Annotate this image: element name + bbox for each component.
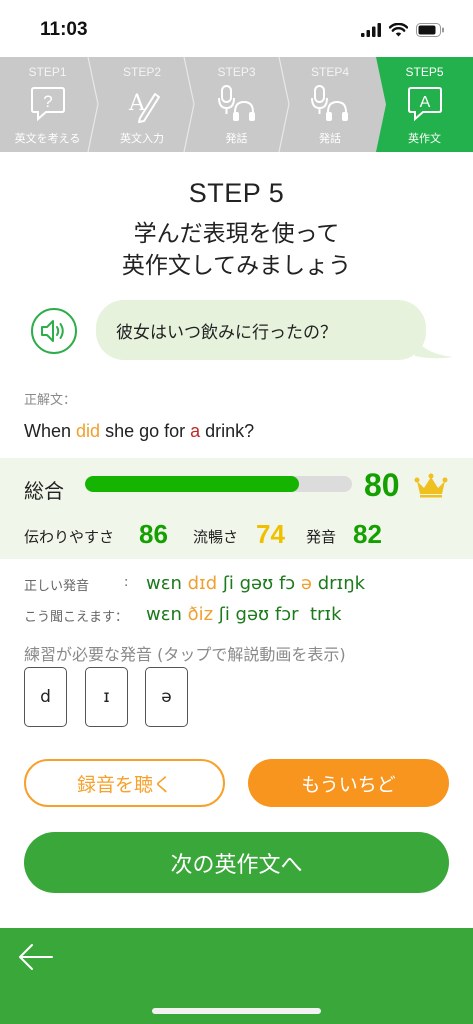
phoneme-card-d[interactable]: d [24, 667, 67, 727]
total-score: 80 [364, 467, 400, 503]
total-score-fill [85, 476, 299, 492]
total-score-label: 総合 [24, 479, 64, 503]
step-2[interactable]: STEP2 A 英文入力 [95, 57, 189, 152]
wifi-icon [389, 23, 408, 37]
ipa-part-highlight: ðiz [187, 604, 214, 625]
signal-icon [361, 23, 381, 37]
ipa-part: wɛn [146, 604, 188, 625]
mic-headphones-icon [311, 85, 348, 121]
back-arrow-icon[interactable] [16, 940, 56, 974]
correct-pronunciation: wɛn dɪd ʃi gəʊ fɔ ə drɪŋk [146, 573, 365, 594]
step-title: STEP 5 [188, 178, 285, 208]
phoneme-card-schwa[interactable]: ə [145, 667, 188, 727]
fluency-label: 流暢さ [193, 528, 239, 546]
step-number: STEP4 [310, 65, 349, 79]
step-4[interactable]: STEP4 発話 [284, 57, 376, 152]
pencil-a-icon: A [128, 91, 160, 123]
status-bar: 11:03 [0, 0, 473, 57]
correct-pronunciation-label: 正しい発音 [24, 579, 90, 594]
ipa-part-highlight: dɪd [187, 573, 218, 594]
answer-label: 正解文： [24, 393, 77, 408]
play-audio-button[interactable] [31, 308, 77, 354]
question-bubble-icon: ? [30, 87, 65, 122]
speaker-icon [41, 320, 64, 342]
next-exercise-button[interactable]: 次の英作文へ [24, 832, 449, 893]
svg-text:A: A [419, 94, 430, 111]
status-icons [361, 20, 445, 40]
heard-pronunciation: wɛn ðiz ʃi gəʊ fɔr trɪk [146, 604, 342, 625]
a-bubble-icon: A [407, 87, 442, 122]
clarity-score: 86 [139, 519, 168, 549]
answer-part: drink? [200, 421, 255, 441]
pronunciation-score: 82 [353, 519, 382, 549]
practice-label: 練習が必要な発音 (タップで解説動画を表示) [24, 645, 346, 664]
step-number: STEP5 [405, 65, 444, 79]
step-number: STEP1 [28, 65, 67, 79]
step-5[interactable]: STEP5 A 英作文 [376, 57, 473, 152]
colon: : [124, 575, 129, 590]
heard-pronunciation-label: こう聞こえます： [24, 610, 129, 625]
fluency-score: 74 [256, 519, 285, 549]
ipa-part: ʃi gəʊ fɔ [217, 573, 301, 594]
crown-icon [414, 473, 448, 498]
pronunciation-label: 発音 [306, 528, 337, 546]
instruction-line-2: 英作文してみましょう [121, 253, 352, 279]
retry-button[interactable]: もういちど [248, 759, 449, 807]
step-label: 英文を考える [14, 132, 81, 145]
correct-answer: When did she go for a drink? [24, 421, 254, 442]
answer-part: When [24, 421, 77, 441]
svg-text:?: ? [43, 92, 52, 111]
ipa-part: ʃi gəʊ fɔr trɪk [213, 604, 342, 625]
ipa-part: drɪŋk [312, 573, 366, 594]
step-label: 発話 [319, 132, 341, 145]
battery-icon [416, 23, 444, 37]
step-1[interactable]: STEP1 ? 英文を考える [0, 57, 95, 152]
total-score-bar [85, 476, 352, 492]
mic-headphones-icon [217, 85, 255, 121]
answer-part-mistake: did [76, 421, 101, 441]
steps-bar: STEP1 ? 英文を考える STEP2 A 英文入力 STEP3 発話 STE… [0, 57, 473, 152]
prompt-text: 彼女はいつ飲みに行ったの？ [116, 322, 337, 343]
prompt-bubble: 彼女はいつ飲みに行ったの？ [96, 300, 426, 360]
step-number: STEP2 [122, 65, 161, 79]
answer-part-mistake: a [190, 421, 201, 441]
step-3[interactable]: STEP3 発話 [189, 57, 284, 152]
step-label: 英文入力 [120, 132, 164, 145]
ipa-part-highlight: ə [300, 573, 312, 594]
clarity-label: 伝わりやすさ [24, 528, 115, 546]
status-time: 11:03 [40, 19, 88, 40]
listen-recording-button[interactable]: 録音を聴く [24, 759, 225, 807]
home-indicator [152, 1008, 321, 1014]
step-number: STEP3 [217, 65, 256, 79]
answer-part: she go for [100, 421, 191, 441]
instruction-line-1: 学んだ表現を使って [133, 221, 340, 247]
step-label: 発話 [225, 132, 248, 145]
step-label: 英作文 [408, 132, 441, 145]
phoneme-card-i[interactable]: ɪ [85, 667, 128, 727]
ipa-part: wɛn [146, 573, 188, 594]
